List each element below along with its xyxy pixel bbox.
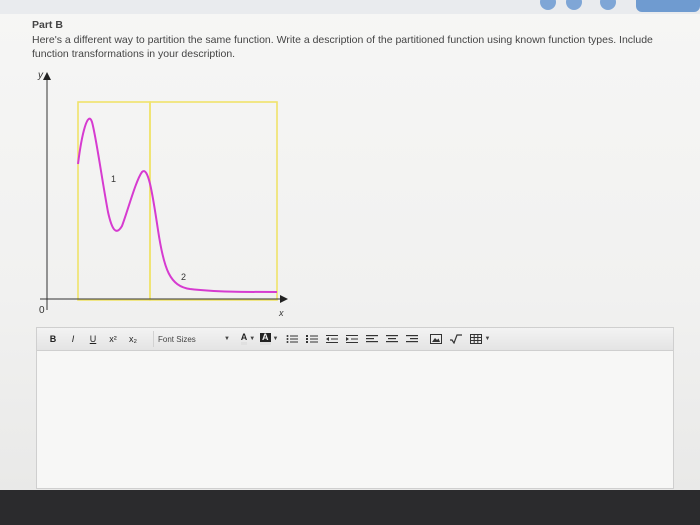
chevron-down-icon: ▼ [272,336,279,342]
nav-circle-icon[interactable] [540,0,556,10]
y-axis-label: y [37,70,44,81]
bold-button[interactable]: B [45,330,61,348]
region-label-2: 2 [181,272,186,282]
region-label-1: 1 [111,174,116,184]
insert-equation-button[interactable] [448,330,464,348]
function-curve [77,117,278,293]
x-axis-label: x [278,308,284,318]
font-size-select[interactable]: Font Sizes ▼ [153,331,234,347]
square-root-icon [450,334,463,344]
image-icon [430,334,443,344]
bullet-list-icon [286,335,299,343]
align-right-button[interactable] [404,330,420,348]
answer-editor: B I U x² x₂ Font Sizes ▼ A ▼ A ▼ ▼ [36,327,674,489]
partition-region-2 [149,101,278,301]
y-axis-arrow-icon [43,72,51,80]
chevron-down-icon: ▼ [484,336,491,342]
align-center-icon [386,335,399,343]
insert-table-button[interactable]: ▼ [470,330,490,348]
part-title: Part B [32,19,63,31]
superscript-button[interactable]: x² [105,330,121,348]
highlight-color-button[interactable]: A ▼ [260,330,278,348]
nav-circle-icon[interactable] [566,0,582,10]
editor-toolbar: B I U x² x₂ Font Sizes ▼ A ▼ A ▼ ▼ [37,328,673,351]
align-left-icon [366,335,379,343]
indent-button[interactable] [344,330,360,348]
subscript-button[interactable]: x₂ [125,330,141,348]
top-nav-bar [0,0,700,14]
numbered-list-button[interactable] [304,330,320,348]
question-block: Part B Here's a different way to partiti… [32,19,682,61]
font-color-label: A [240,333,248,345]
chevron-down-icon: ▼ [224,336,230,342]
font-size-label: Font Sizes [158,334,196,344]
italic-button[interactable]: I [65,330,81,348]
outdent-icon [326,335,339,343]
nav-circle-icon[interactable] [600,0,616,10]
align-right-icon [406,335,419,343]
x-axis-arrow-icon [280,295,288,303]
insert-image-button[interactable] [428,330,444,348]
origin-label: 0 [39,305,45,316]
chevron-down-icon: ▼ [249,336,256,342]
question-prompt: Here's a different way to partition the … [32,34,653,60]
font-color-button[interactable]: A ▼ [240,330,256,348]
numbered-list-icon [306,335,319,343]
table-icon [470,334,483,344]
answer-text-area[interactable] [37,351,673,488]
function-graph: y x 0 1 2 [37,70,288,318]
align-left-button[interactable] [364,330,380,348]
screen-bottom-bezel [0,490,700,525]
highlight-color-label: A [260,333,271,345]
indent-icon [346,335,359,343]
outdent-button[interactable] [324,330,340,348]
nav-action-button[interactable] [636,0,700,12]
align-center-button[interactable] [384,330,400,348]
underline-button[interactable]: U [85,330,101,348]
partition-region-1 [77,101,151,301]
bullet-list-button[interactable] [284,330,300,348]
